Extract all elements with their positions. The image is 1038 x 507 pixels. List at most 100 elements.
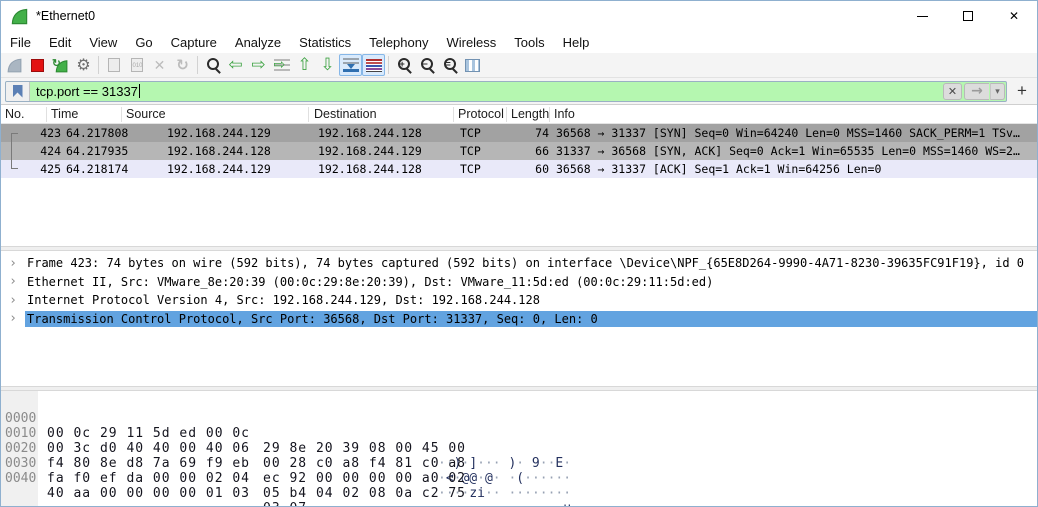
minimize-icon xyxy=(917,16,928,17)
reload-file-button[interactable] xyxy=(171,54,194,76)
column-length[interactable]: Length xyxy=(511,107,549,121)
svg-text:↻: ↻ xyxy=(52,57,61,69)
open-file-icon xyxy=(108,58,120,72)
go-first-packet-button[interactable] xyxy=(293,54,316,76)
magnifier-icon xyxy=(205,57,221,73)
menu-view[interactable]: View xyxy=(80,33,126,52)
zoom-out-button[interactable]: − xyxy=(415,54,438,76)
capture-options-button[interactable] xyxy=(72,54,95,76)
display-filter-box: tcp.port == 31337 ✕ → ▾ xyxy=(5,81,1007,102)
conversation-bracket xyxy=(11,133,18,169)
maximize-button[interactable] xyxy=(945,1,991,31)
menu-capture[interactable]: Capture xyxy=(162,33,226,52)
column-source[interactable]: Source xyxy=(126,107,166,121)
packet-list-header: No. Time Source Destination Protocol Len… xyxy=(1,105,1037,124)
colorize-icon xyxy=(366,59,382,72)
toolbar-separator xyxy=(388,56,389,74)
close-icon: ✕ xyxy=(1009,9,1019,23)
column-divider xyxy=(549,107,550,122)
stop-capture-button[interactable] xyxy=(26,54,49,76)
filter-apply-button[interactable]: → xyxy=(964,83,989,100)
detail-ip[interactable]: Internet Protocol Version 4, Src: 192.16… xyxy=(1,291,1037,310)
open-file-button[interactable] xyxy=(102,54,125,76)
detail-ethernet[interactable]: Ethernet II, Src: VMware_8e:20:39 (00:0c… xyxy=(1,273,1037,292)
normal-size-button[interactable]: = xyxy=(438,54,461,76)
filter-dropdown-button[interactable]: ▾ xyxy=(990,83,1005,100)
hex-row[interactable]: 0000 00 0c 29 11 5d ed 00 0c 29 8e 20 39… xyxy=(1,396,1037,411)
menu-tools[interactable]: Tools xyxy=(505,33,553,52)
chevron-down-icon: ▾ xyxy=(995,86,1000,97)
close-file-button[interactable] xyxy=(148,54,171,76)
column-no[interactable]: No. xyxy=(5,107,24,121)
detail-tcp-selected[interactable]: Transmission Control Protocol, Src Port:… xyxy=(1,310,1037,329)
column-protocol[interactable]: Protocol xyxy=(458,107,504,121)
shark-fin-gray-icon xyxy=(6,57,23,74)
filter-clear-button[interactable]: ✕ xyxy=(943,83,962,100)
packet-row-423[interactable]: 423 64.217808 192.168.244.129 192.168.24… xyxy=(1,124,1037,142)
column-destination[interactable]: Destination xyxy=(314,107,377,121)
packet-row-425[interactable]: 425 64.218174 192.168.244.129 192.168.24… xyxy=(1,160,1037,178)
packet-details-pane: Frame 423: 74 bytes on wire (592 bits), … xyxy=(0,251,1037,386)
start-capture-button[interactable] xyxy=(3,54,26,76)
resize-columns-icon xyxy=(465,59,480,72)
go-last-packet-button[interactable] xyxy=(316,54,339,76)
text-caret xyxy=(139,84,140,98)
hex-row[interactable]: 0040 40 aa 00 00 00 00 01 03 03 07 @····… xyxy=(1,456,1037,471)
resize-columns-button[interactable] xyxy=(461,54,484,76)
zoom-out-icon: − xyxy=(419,57,435,73)
menu-telephony[interactable]: Telephony xyxy=(360,33,437,52)
titlebar: *Ethernet0 ✕ xyxy=(1,1,1037,31)
go-forward-button[interactable] xyxy=(247,54,270,76)
save-file-button[interactable] xyxy=(125,54,148,76)
hex-row[interactable]: 0030 fa f0 ef da 00 00 02 04 05 b4 04 02… xyxy=(1,441,1037,456)
menu-analyze[interactable]: Analyze xyxy=(226,33,290,52)
hex-dump-pane: 0000 00 0c 29 11 5d ed 00 0c 29 8e 20 39… xyxy=(0,391,1037,507)
menubar: File Edit View Go Capture Analyze Statis… xyxy=(1,31,1037,53)
column-info[interactable]: Info xyxy=(554,107,575,121)
display-filter-input[interactable]: tcp.port == 31337 xyxy=(30,82,942,101)
arrow-left-icon xyxy=(228,57,242,74)
window-title: *Ethernet0 xyxy=(36,9,95,23)
find-packet-button[interactable] xyxy=(201,54,224,76)
colorize-toggle[interactable] xyxy=(362,54,385,76)
packet-rows: 423 64.217808 192.168.244.129 192.168.24… xyxy=(1,124,1037,178)
close-button[interactable]: ✕ xyxy=(991,1,1037,31)
maximize-icon xyxy=(963,11,973,21)
toolbar-separator xyxy=(197,56,198,74)
detail-frame[interactable]: Frame 423: 74 bytes on wire (592 bits), … xyxy=(1,254,1037,273)
menu-wireless[interactable]: Wireless xyxy=(437,33,505,52)
gear-icon xyxy=(76,57,90,73)
zoom-in-icon: + xyxy=(396,57,412,73)
filter-add-button[interactable]: + xyxy=(1011,81,1033,101)
filter-bar: tcp.port == 31337 ✕ → ▾ + xyxy=(1,78,1037,105)
column-time[interactable]: Time xyxy=(51,107,78,121)
minimize-button[interactable] xyxy=(899,1,945,31)
go-to-packet-button[interactable] xyxy=(270,54,293,76)
save-file-icon xyxy=(131,58,143,72)
filter-text: tcp.port == 31337 xyxy=(36,84,138,99)
hex-row[interactable]: 0010 00 3c d0 40 40 00 40 06 00 28 c0 a8… xyxy=(1,411,1037,426)
filter-bookmark-button[interactable] xyxy=(6,82,30,101)
column-divider xyxy=(506,107,507,122)
packet-row-424[interactable]: 424 64.217935 192.168.244.128 192.168.24… xyxy=(1,142,1037,160)
menu-statistics[interactable]: Statistics xyxy=(290,33,360,52)
zoom-reset-icon: = xyxy=(442,57,458,73)
column-divider xyxy=(121,107,122,122)
stop-square-icon xyxy=(31,59,44,72)
column-divider xyxy=(308,107,309,122)
go-back-button[interactable] xyxy=(224,54,247,76)
auto-scroll-toggle[interactable] xyxy=(339,54,362,76)
arrow-up-icon xyxy=(297,57,311,74)
menu-edit[interactable]: Edit xyxy=(40,33,80,52)
hex-row[interactable]: 0020 f4 80 8e d8 7a 69 f9 eb ec 92 00 00… xyxy=(1,426,1037,441)
close-file-icon xyxy=(154,57,166,73)
arrow-down-icon xyxy=(320,57,334,74)
menu-file[interactable]: File xyxy=(1,33,40,52)
restart-capture-button[interactable]: ↻ xyxy=(49,54,72,76)
menu-help[interactable]: Help xyxy=(554,33,599,52)
window-controls: ✕ xyxy=(899,1,1037,31)
zoom-in-button[interactable]: + xyxy=(392,54,415,76)
auto-scroll-icon xyxy=(343,58,359,72)
menu-go[interactable]: Go xyxy=(126,33,161,52)
reload-icon xyxy=(176,57,189,73)
